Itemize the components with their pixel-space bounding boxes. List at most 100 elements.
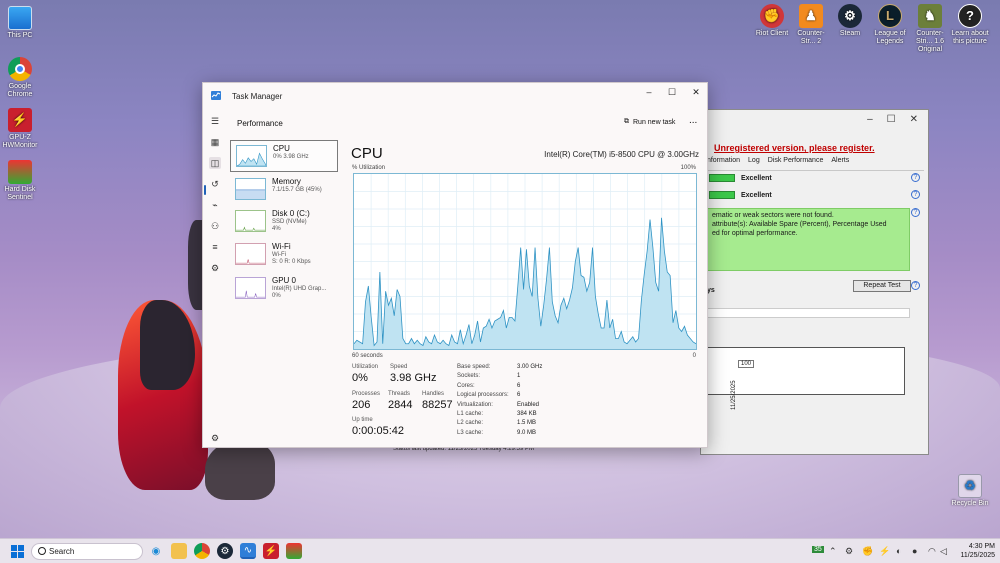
device-item-gpu[interactable]: GPU 0 Intel(R) UHD Grap... 0% xyxy=(230,273,338,305)
processes-icon[interactable]: ▦ xyxy=(209,136,221,148)
desktop-icon-hwmonitor[interactable]: ⚡ GPU-Z HWMonitor xyxy=(0,108,40,150)
hard-disk-sentinel-taskbar-icon[interactable] xyxy=(286,543,302,559)
riot-tray-icon[interactable]: ✊ xyxy=(862,546,873,557)
help-icon[interactable]: ? xyxy=(911,190,920,199)
steam-taskbar-icon[interactable]: ⚙ xyxy=(217,543,233,559)
performance-bar xyxy=(709,191,735,199)
property-value: Enabled xyxy=(517,401,540,408)
property-key: L1 cache: xyxy=(457,410,484,417)
chrome-taskbar-icon[interactable] xyxy=(194,543,210,559)
property-key: Sockets: xyxy=(457,373,481,380)
desktop-icon-this-pc[interactable]: This PC xyxy=(0,6,40,40)
device-name: Wi-Fi xyxy=(272,242,291,251)
app-history-icon[interactable]: ↺ xyxy=(209,178,221,190)
property-key: L3 cache: xyxy=(457,429,484,436)
start-button[interactable] xyxy=(9,543,25,559)
search-box[interactable]: Search xyxy=(31,543,143,560)
users-icon[interactable]: ⚇ xyxy=(209,220,221,232)
close-button[interactable]: ✕ xyxy=(910,114,918,125)
cpu-properties: Base speed: 3.00 GHz Sockets: 1 Cores: 6 Logic… xyxy=(457,364,542,439)
clock[interactable]: 4:30 PM 11/25/2025 xyxy=(955,542,995,560)
desktop-icon-league-of-legends[interactable]: L League of Legends xyxy=(870,4,910,46)
device-item-disk[interactable]: Disk 0 (C:) SSD (NVMe) 4% xyxy=(230,206,338,238)
file-explorer-icon[interactable] xyxy=(171,543,187,559)
desktop-icon-steam[interactable]: ⚙ Steam xyxy=(830,4,870,38)
chevron-up-icon[interactable]: ⌃ xyxy=(829,546,837,557)
desktop-icon-riot-client[interactable]: ✊ Riot Client xyxy=(752,4,792,38)
stat-handles: Handles 88257 xyxy=(422,391,453,411)
cpu-property-row: L3 cache: 9.0 MB xyxy=(457,430,542,439)
window-title: Task Manager xyxy=(232,92,283,101)
wallpaper-rock xyxy=(205,440,275,500)
volume-icon[interactable]: ◁ xyxy=(940,546,947,557)
device-item-wifi[interactable]: Wi-Fi Wi-Fi S: 0 R: 0 Kbps xyxy=(230,239,338,271)
chrome-icon xyxy=(8,57,32,81)
hds-status-message: ematic or weak sectors were not found. a… xyxy=(707,208,910,271)
property-value: 6 xyxy=(517,382,521,389)
device-detail: Intel(R) UHD Grap... xyxy=(272,286,327,292)
details-icon[interactable]: ≡ xyxy=(209,241,221,253)
maximize-button[interactable]: ☐ xyxy=(887,114,896,125)
device-detail: Wi-Fi xyxy=(272,252,286,258)
tab-log[interactable]: Log xyxy=(748,157,760,170)
stat-threads: Threads 2844 xyxy=(388,391,413,411)
tab-information[interactable]: Information xyxy=(705,157,740,170)
minimize-button[interactable]: – xyxy=(867,114,873,125)
steam-tray-icon[interactable]: ⚙ xyxy=(845,546,853,557)
maximize-button[interactable]: ☐ xyxy=(660,85,684,99)
cpu-utilization-graph xyxy=(353,173,697,350)
hwmonitor-tray-icon[interactable]: ⚡ xyxy=(879,546,890,557)
property-key: Virtualization: xyxy=(457,401,493,408)
device-usage: 0% xyxy=(272,293,281,299)
property-value: 1 xyxy=(517,373,521,380)
tab-alerts[interactable]: Alerts xyxy=(831,157,849,170)
desktop-icon-hard-disk-sentinel[interactable]: Hard Disk Sentinel xyxy=(0,160,40,202)
graph-time-label: 60 seconds xyxy=(352,353,383,359)
record-tray-icon[interactable]: ● xyxy=(912,546,917,556)
wifi-icon[interactable]: ◠ xyxy=(928,546,936,557)
run-new-task-button[interactable]: ⧉ Run new task xyxy=(624,118,675,126)
hds-text-field[interactable] xyxy=(707,308,910,318)
titlebar: Task Manager – ☐ ✕ xyxy=(203,83,707,110)
graph-y-label: % Utilization xyxy=(352,165,386,171)
hds-titlebar: – ☐ ✕ xyxy=(701,110,928,128)
property-value: 1.5 MB xyxy=(517,420,537,427)
desktop-icon-counter-strike-2[interactable]: ♟ Counter-Str... 2 xyxy=(791,4,831,46)
settings-icon[interactable]: ⚙ xyxy=(209,432,221,444)
more-options-button[interactable]: ... xyxy=(689,115,697,126)
tab-disk-performance[interactable]: Disk Performance xyxy=(768,157,824,170)
edge-icon[interactable]: ◉ xyxy=(148,543,164,559)
device-item-cpu[interactable]: CPU 0% 3.98 GHz xyxy=(230,140,338,172)
disk-thumbnail xyxy=(235,210,266,232)
property-value: 3.00 GHz xyxy=(517,364,543,370)
help-icon[interactable]: ? xyxy=(911,208,920,217)
minimize-button[interactable]: – xyxy=(637,85,661,99)
cpu-property-row: Sockets: 1 xyxy=(457,373,542,382)
riot-client-icon: ✊ xyxy=(760,4,784,28)
task-manager-taskbar-icon[interactable]: ∿ xyxy=(240,543,256,559)
repeat-test-button[interactable]: Repeat Test xyxy=(853,280,911,292)
unregistered-link[interactable]: Unregistered version, please register. xyxy=(714,143,875,153)
hwmonitor-taskbar-icon[interactable]: ⚡ xyxy=(263,543,279,559)
hard-disk-sentinel-window[interactable]: – ☐ ✕ Unregistered version, please regis… xyxy=(700,109,929,455)
startup-apps-icon[interactable]: ⌁ xyxy=(209,199,221,211)
task-manager-window[interactable]: Task Manager – ☐ ✕ ☰ ▦ ◫ ↺ ⌁ ⚇ ≡ ⚙ ⚙ Per… xyxy=(202,82,708,448)
device-detail: SSD (NVMe) xyxy=(272,219,307,225)
performance-icon[interactable]: ◫ xyxy=(209,157,221,169)
help-icon[interactable]: ? xyxy=(911,173,920,182)
services-icon[interactable]: ⚙ xyxy=(209,262,221,274)
close-button[interactable]: ✕ xyxy=(684,85,708,99)
desktop-icon-recycle-bin[interactable]: ♻ Recycle Bin xyxy=(950,474,990,508)
hds-tray-icon[interactable]: ◐ xyxy=(896,546,901,556)
this-pc-icon xyxy=(8,6,32,30)
help-icon[interactable]: ? xyxy=(911,281,920,290)
graph-min-label: 0 xyxy=(692,353,696,359)
device-item-memory[interactable]: Memory 7.1/15.7 GB (45%) xyxy=(230,174,338,206)
cpu-thumbnail xyxy=(236,145,267,167)
desktop-icon-learn-about-picture[interactable]: ? Learn about this picture xyxy=(950,4,990,46)
desktop-icon-chrome[interactable]: Google Chrome xyxy=(0,57,40,99)
tray-badge[interactable]: 35 xyxy=(812,546,824,553)
desktop-icon-counter-strike-16[interactable]: ♞ Counter-Stri... 1.6 Original xyxy=(910,4,950,54)
search-icon xyxy=(38,547,46,555)
hamburger-menu-icon[interactable]: ☰ xyxy=(209,115,221,127)
